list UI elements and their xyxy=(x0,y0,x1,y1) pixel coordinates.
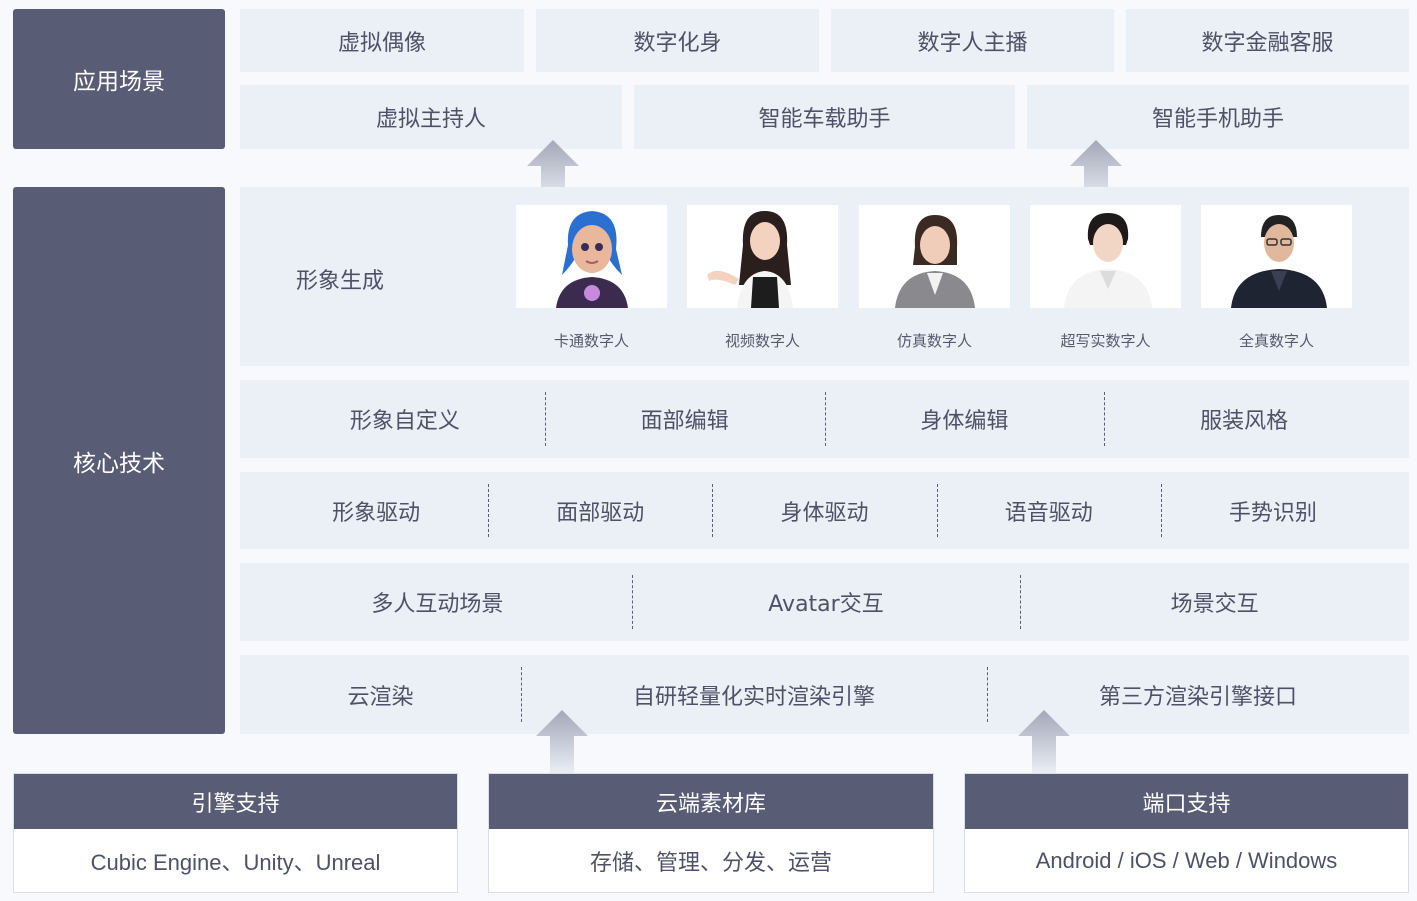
tech-item: 云渲染 xyxy=(347,684,414,710)
hyperreal-avatar-icon xyxy=(1030,205,1181,308)
tech-item: 形象自定义 xyxy=(349,409,460,434)
scenario-digital-avatar: 数字化身 xyxy=(536,9,819,72)
tech-item: 多人互动场景 xyxy=(371,592,504,617)
support-cloud-library-title: 云端素材库 xyxy=(489,774,933,829)
tech-item: 语音驱动 xyxy=(936,472,1161,549)
support-platform-box: 端口支持 Android / iOS / Web / Windows xyxy=(964,773,1409,893)
avatar-label: 卡通数字人 xyxy=(553,332,629,350)
tech-row-render: 云渲染 自研轻量化实时渲染引擎 第三方渲染引擎接口 xyxy=(240,655,1409,734)
tech-row-customize: 形象自定义 面部编辑 身体编辑 服装风格 xyxy=(240,380,1409,458)
cartoon-avatar-icon xyxy=(516,205,667,308)
scenario-finance-service: 数字金融客服 xyxy=(1126,9,1409,72)
avatar-generation-title: 形象生成 xyxy=(296,269,385,294)
avatar-generation-panel: 形象生成 卡通数字人 视频数字人 仿真数字人 超写实数字人 全真数字人 xyxy=(240,187,1409,366)
tech-item: 场景交互 xyxy=(1020,563,1409,641)
simulated-avatar-icon xyxy=(859,205,1010,308)
support-engine-title: 引擎支持 xyxy=(14,774,457,829)
tech-item: 手势识别 xyxy=(1160,472,1385,549)
avatar-label: 全真数字人 xyxy=(1238,332,1314,350)
tech-item: Avatar交互 xyxy=(631,563,1021,641)
tech-item: 服装风格 xyxy=(1104,380,1384,458)
tech-item: 自研轻量化实时渲染引擎 xyxy=(521,655,987,734)
tech-item: 身体驱动 xyxy=(712,472,936,549)
tech-row-drive: 形象驱动 面部驱动 身体驱动 语音驱动 手势识别 xyxy=(240,472,1409,549)
avatar-label: 视频数字人 xyxy=(724,332,800,350)
tech-item: 身体编辑 xyxy=(824,380,1105,458)
avatar-label: 超写实数字人 xyxy=(1060,332,1151,350)
video-avatar-icon xyxy=(687,205,838,308)
support-platform-title: 端口支持 xyxy=(965,774,1408,829)
up-arrow-icon xyxy=(536,710,588,776)
support-platform-content: Android / iOS / Web / Windows xyxy=(1035,847,1338,873)
tech-item: 面部驱动 xyxy=(488,472,712,549)
tech-item: 形象驱动 xyxy=(332,500,421,526)
fullreal-avatar-icon xyxy=(1201,205,1352,308)
support-cloud-library-box: 云端素材库 存储、管理、分发、运营 xyxy=(488,773,934,893)
scenarios-label: 应用场景 xyxy=(13,9,225,149)
support-cloud-library-content: 存储、管理、分发、运营 xyxy=(589,849,832,875)
tech-item: 面部编辑 xyxy=(544,380,825,458)
scenario-digital-anchor: 数字人主播 xyxy=(831,9,1114,72)
tech-row-interaction: 多人互动场景 Avatar交互 场景交互 xyxy=(240,563,1409,641)
support-engine-content: Cubic Engine、Unity、Unreal xyxy=(90,849,381,875)
scenario-virtual-idol: 虚拟偶像 xyxy=(240,9,524,72)
support-engine-box: 引擎支持 Cubic Engine、Unity、Unreal xyxy=(13,773,458,893)
core-tech-label: 核心技术 xyxy=(13,187,225,734)
up-arrow-icon xyxy=(1018,710,1070,776)
avatar-label: 仿真数字人 xyxy=(896,332,972,350)
scenario-car-assistant: 智能车载助手 xyxy=(634,85,1015,149)
